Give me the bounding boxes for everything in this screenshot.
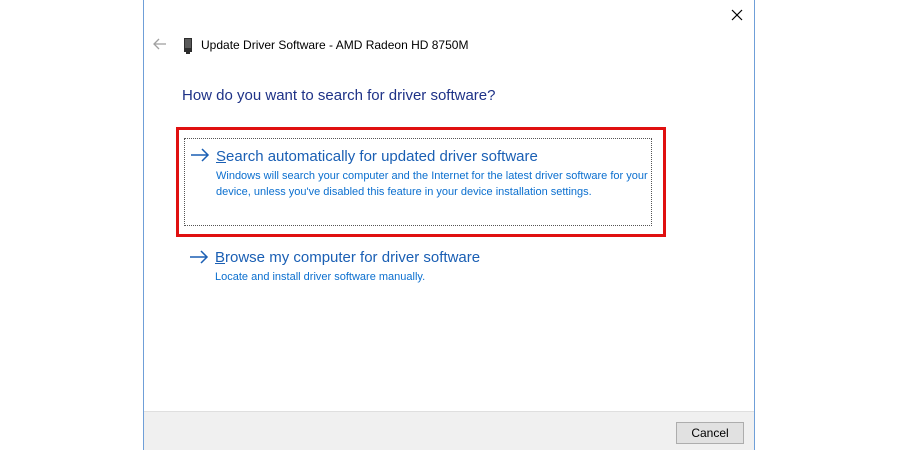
arrow-right-icon	[191, 148, 210, 162]
option-title: Browse my computer for driver software	[215, 249, 480, 266]
page-heading: How do you want to search for driver sof…	[182, 87, 496, 104]
device-icon	[184, 38, 192, 54]
back-arrow-icon	[153, 38, 166, 50]
option-description: Locate and install driver software manua…	[215, 271, 426, 283]
window-title: Update Driver Software - AMD Radeon HD 8…	[201, 38, 469, 52]
close-button[interactable]	[720, 0, 754, 30]
accelerator-key: B	[215, 249, 226, 266]
close-icon	[731, 9, 743, 21]
option-title-text: earch automatically for updated driver s…	[226, 148, 538, 165]
accelerator-key: S	[216, 148, 227, 165]
arrow-right-icon	[190, 250, 209, 264]
back-button[interactable]	[150, 34, 170, 54]
option-title-text: rowse my computer for driver software	[225, 249, 481, 266]
cancel-button[interactable]: Cancel	[676, 422, 744, 444]
dialog-footer: Cancel	[144, 411, 754, 450]
option-description: Windows will search your computer and th…	[216, 170, 648, 198]
update-driver-dialog: Update Driver Software - AMD Radeon HD 8…	[143, 0, 755, 450]
search-automatically-option[interactable]: Search automatically for updated driver …	[184, 138, 652, 226]
option-title: Search automatically for updated driver …	[216, 148, 538, 165]
browse-computer-option[interactable]: Browse my computer for driver software L…	[184, 244, 652, 290]
